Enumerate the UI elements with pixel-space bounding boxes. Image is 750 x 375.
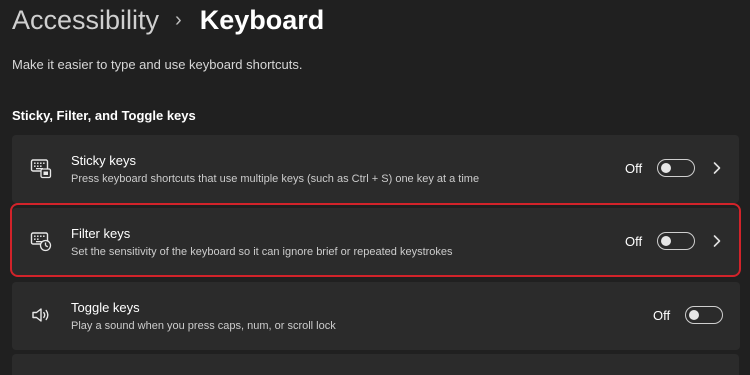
toggle-keys-description: Play a sound when you press caps, num, o… xyxy=(71,320,336,332)
section-title: Sticky, Filter, and Toggle keys xyxy=(12,108,196,123)
sticky-keys-setting[interactable]: Sticky keys Press keyboard shortcuts tha… xyxy=(12,135,739,203)
toggle-keys-state-label: Off xyxy=(653,308,671,323)
toggle-keys-setting[interactable]: Toggle keys Play a sound when you press … xyxy=(12,282,740,350)
toggle-knob xyxy=(689,310,699,320)
page-title: Keyboard xyxy=(199,4,325,35)
sticky-keys-title: Sticky keys xyxy=(71,153,137,168)
breadcrumb: Accessibility › Keyboard xyxy=(12,2,324,38)
sticky-keys-state-label: Off xyxy=(625,161,643,176)
breadcrumb-accessibility-link[interactable]: Accessibility xyxy=(12,5,159,36)
toggle-keys-title: Toggle keys xyxy=(71,300,140,315)
filter-keys-highlight-outline xyxy=(10,203,741,277)
speaker-icon xyxy=(32,308,49,322)
sticky-keys-toggle[interactable] xyxy=(657,159,695,177)
keyboard-settings-page: Accessibility › Keyboard Make it easier … xyxy=(0,0,750,375)
toggle-keys-toggle[interactable] xyxy=(685,306,723,324)
sticky-keys-icon xyxy=(30,159,52,179)
chevron-right-icon[interactable] xyxy=(709,160,725,176)
next-setting-card[interactable] xyxy=(12,354,739,375)
breadcrumb-separator: › xyxy=(175,8,182,31)
toggle-knob xyxy=(661,163,671,173)
sticky-keys-description: Press keyboard shortcuts that use multip… xyxy=(71,173,480,185)
page-description: Make it easier to type and use keyboard … xyxy=(12,57,303,72)
